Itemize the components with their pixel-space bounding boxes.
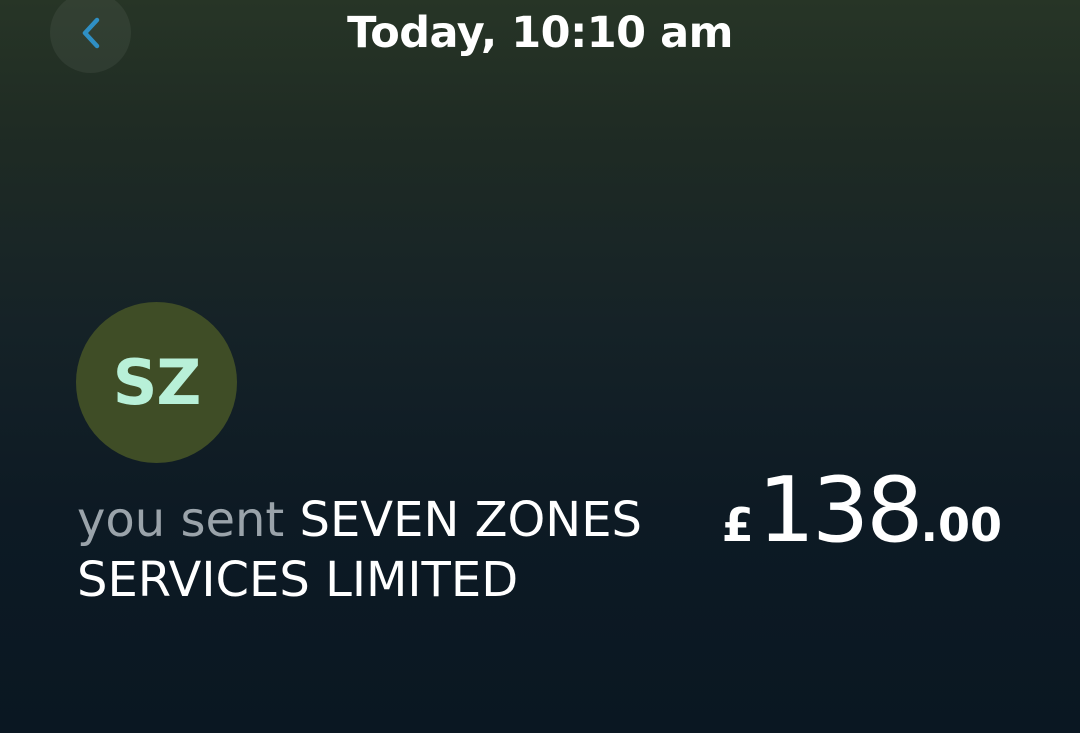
avatar-initials: SZ <box>112 346 202 419</box>
transaction-description: you sent SEVEN ZONES SERVICES LIMITED <box>77 490 697 610</box>
transaction-prefix: you sent <box>77 492 285 548</box>
page-title: Today, 10:10 am <box>347 8 733 58</box>
amount-minor: .00 <box>920 498 1003 552</box>
currency-symbol: £ <box>721 498 754 552</box>
amount-major: 138 <box>757 458 924 563</box>
transaction-amount: £ 138 .00 <box>722 458 1002 563</box>
avatar: SZ <box>76 302 237 463</box>
